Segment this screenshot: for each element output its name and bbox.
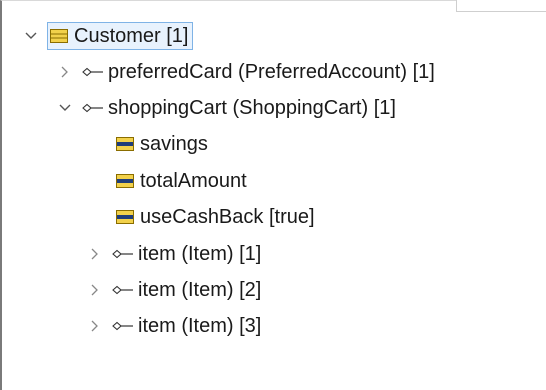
association-icon (112, 281, 138, 299)
chevron-right-icon[interactable] (86, 317, 104, 335)
association-icon (82, 63, 108, 81)
tree-node-label: item (Item) [2] (138, 278, 262, 301)
attribute-icon (116, 174, 134, 188)
chevron-down-icon[interactable] (22, 27, 40, 45)
selected-node-highlight[interactable]: Customer [1] (47, 22, 194, 50)
panel-corner-divider (456, 0, 546, 12)
tree-node-total-amount[interactable]: totalAmount (116, 164, 247, 198)
association-icon (82, 99, 108, 117)
tree-node-label: item (Item) [3] (138, 314, 262, 337)
attribute-icon (116, 137, 134, 151)
tree-node-label: useCashBack [true] (140, 205, 315, 228)
tree-node-savings[interactable]: savings (116, 127, 208, 161)
chevron-right-icon[interactable] (86, 281, 104, 299)
tree-node-label: shoppingCart (ShoppingCart) [1] (108, 96, 396, 119)
tree-node-label: Customer [1] (74, 24, 189, 47)
association-icon (112, 317, 138, 335)
tree-node-use-cash-back[interactable]: useCashBack [true] (116, 200, 315, 234)
tree-node-label: item (Item) [1] (138, 242, 262, 265)
class-icon (50, 29, 68, 43)
attribute-icon (116, 210, 134, 224)
tree-node-shopping-cart[interactable]: shoppingCart (ShoppingCart) [1] (56, 91, 396, 125)
chevron-right-icon[interactable] (86, 245, 104, 263)
tree-node-item-2[interactable]: item (Item) [2] (86, 273, 261, 307)
tree-node-customer[interactable]: Customer [1] (22, 19, 194, 53)
tree-node-label: totalAmount (140, 169, 247, 192)
tree-node-item-1[interactable]: item (Item) [1] (86, 237, 261, 271)
tree-node-label: savings (140, 132, 208, 155)
tree-node-label: preferredCard (PreferredAccount) [1] (108, 60, 435, 83)
tree-node-preferred-card[interactable]: preferredCard (PreferredAccount) [1] (56, 55, 435, 89)
chevron-down-icon[interactable] (56, 99, 74, 117)
tree-node-item-3[interactable]: item (Item) [3] (86, 309, 261, 343)
association-icon (112, 245, 138, 263)
chevron-right-icon[interactable] (56, 63, 74, 81)
